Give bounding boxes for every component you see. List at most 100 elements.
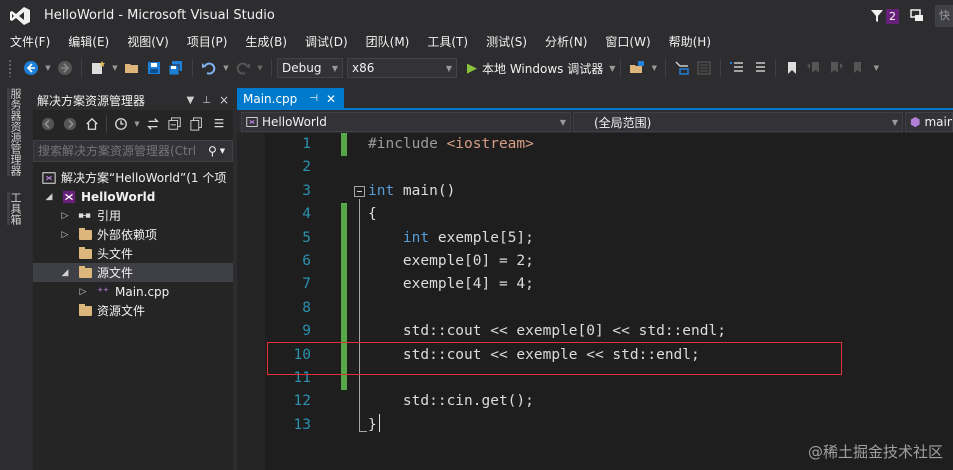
menu-build[interactable]: 生成(B) [236, 32, 296, 52]
next-bookmark-icon[interactable] [827, 59, 845, 77]
error-highlight-box [267, 342, 842, 375]
folder-icon [77, 227, 93, 242]
code-editor[interactable]: 1 #include <iostream> 2 3 int main() 4{ 5 … [237, 133, 953, 470]
member-select[interactable]: ⬢ main [905, 112, 953, 132]
solution-explorer-title: 解决方案资源管理器 [37, 93, 146, 108]
previous-bookmark-icon[interactable] [805, 59, 823, 77]
tree-item-project[interactable]: ◢ HelloWorld [33, 187, 233, 206]
pending-changes-icon[interactable] [112, 115, 130, 133]
uncomment-lines-icon[interactable] [750, 59, 768, 77]
menu-debug[interactable]: 调试(D) [296, 32, 357, 52]
menu-file[interactable]: 文件(F) [0, 32, 59, 52]
close-icon[interactable]: × [219, 93, 229, 107]
feedback-icon[interactable] [909, 8, 925, 24]
code-line: 6 exemple[0] = 2; [302, 253, 534, 269]
chevron-down-icon: ▼ [445, 63, 452, 73]
forward-icon[interactable] [56, 59, 74, 77]
expanded-arrow-icon[interactable]: ◢ [59, 268, 71, 278]
menu-view[interactable]: 视图(V) [118, 32, 178, 52]
menu-window[interactable]: 窗口(W) [596, 32, 659, 52]
menu-test[interactable]: 测试(S) [477, 32, 536, 52]
expanded-arrow-icon[interactable]: ◢ [43, 192, 55, 202]
notification-badge[interactable]: 2 [886, 8, 899, 24]
dropdown-arrow-icon[interactable]: ▼ [222, 59, 230, 77]
forward-icon[interactable] [61, 115, 79, 133]
tree-item-label: Main.cpp [115, 284, 170, 299]
comment-lines-icon[interactable] [728, 59, 746, 77]
toolbar-separator [665, 59, 667, 77]
solution-search-box[interactable]: ⚲ ▼ [33, 140, 233, 162]
collapsed-arrow-icon[interactable]: ▷ [59, 211, 71, 221]
notification-flag-icon[interactable] [870, 9, 884, 23]
run-label: 本地 Windows 调试器 [482, 61, 604, 76]
toolbox-tab[interactable]: 工具箱 [7, 192, 23, 225]
solution-icon [41, 171, 57, 185]
dropdown-arrow-icon[interactable]: ▼ [44, 59, 52, 77]
new-project-icon[interactable] [89, 59, 107, 77]
project-scope-select[interactable]: HelloWorld ▼ [241, 112, 571, 132]
tree-item-solution[interactable]: 解决方案“HelloWorld”(1 个项 [33, 168, 233, 187]
solution-search-input[interactable] [38, 144, 206, 158]
tree-item-main-cpp[interactable]: ▷ ⁺⁺ Main.cpp [33, 282, 233, 301]
title-bar: HelloWorld - Microsoft Visual Studio 2 快 [0, 0, 953, 32]
clear-bookmarks-icon[interactable] [849, 59, 867, 77]
tree-item-source-files[interactable]: ◢ 源文件 [33, 263, 233, 282]
menu-team[interactable]: 团队(M) [357, 32, 419, 52]
menu-help[interactable]: 帮助(H) [660, 32, 720, 52]
tree-item-label: 解决方案“HelloWorld”(1 个项 [61, 171, 227, 185]
bookmark-list-icon[interactable] [695, 59, 713, 77]
window-position-dropdown-icon[interactable]: ▼ [187, 95, 195, 106]
save-icon[interactable] [145, 59, 163, 77]
menu-project[interactable]: 项目(P) [178, 32, 237, 52]
global-scope-select[interactable]: (全局范围) ▼ [573, 112, 903, 132]
save-all-icon[interactable] [167, 59, 185, 77]
folder-icon [77, 303, 93, 318]
tab-main-cpp[interactable]: Main.cpp ⊣ ✕ [237, 88, 344, 109]
dropdown-arrow-icon[interactable]: ▼ [650, 59, 658, 77]
tree-item-external-dependencies[interactable]: ▷ 外部依赖项 [33, 225, 233, 244]
menu-tools[interactable]: 工具(T) [418, 32, 477, 52]
attach-process-icon[interactable] [628, 59, 646, 77]
pin-icon[interactable]: ⊥ [202, 95, 211, 106]
tree-item-label: 外部依赖项 [97, 228, 158, 242]
tree-item-references[interactable]: ▷ 引用 [33, 206, 233, 225]
show-all-files-icon[interactable] [188, 115, 206, 133]
bookmark-icon[interactable] [783, 59, 801, 77]
back-icon[interactable] [22, 59, 40, 77]
back-icon[interactable] [39, 115, 57, 133]
start-debugging-button[interactable]: ▶ 本地 Windows 调试器 ▼ [467, 60, 615, 77]
redo-icon[interactable] [234, 59, 252, 77]
tree-item-label: HelloWorld [81, 189, 156, 204]
tree-item-resource-files[interactable]: 资源文件 [33, 301, 233, 320]
pin-icon[interactable]: ⊣ [309, 93, 318, 104]
tree-item-header-files[interactable]: 头文件 [33, 244, 233, 263]
dropdown-arrow-icon[interactable]: ▼ [256, 59, 264, 77]
undo-icon[interactable] [200, 59, 218, 77]
dropdown-arrow-icon[interactable]: ▼ [134, 115, 140, 133]
chevron-down-icon[interactable]: ▼ [220, 147, 225, 155]
step-icon[interactable] [673, 59, 691, 77]
home-icon[interactable] [83, 115, 101, 133]
toolbar-overflow-icon[interactable]: ▼ [871, 59, 881, 77]
chevron-down-icon[interactable]: ▼ [609, 64, 615, 73]
code-line: 9 std::cout << exemple[0] << std::endl; [302, 323, 726, 340]
toolbar-grip[interactable] [8, 59, 12, 77]
solution-platform-select[interactable]: x86 ▼ [347, 58, 457, 78]
code-line: 3 int main() [302, 182, 456, 199]
search-icon[interactable]: ⚲ [208, 144, 217, 158]
solution-configuration-select[interactable]: Debug ▼ [277, 58, 343, 78]
menu-edit[interactable]: 编辑(E) [59, 32, 118, 52]
sync-icon[interactable] [144, 115, 162, 133]
quick-launch-input[interactable]: 快 [935, 5, 953, 27]
close-icon[interactable]: ✕ [326, 92, 336, 106]
collapse-all-icon[interactable] [166, 115, 184, 133]
dropdown-arrow-icon[interactable]: ▼ [111, 59, 119, 77]
properties-icon[interactable] [210, 115, 228, 133]
open-folder-icon[interactable] [123, 59, 141, 77]
menu-analyze[interactable]: 分析(N) [536, 32, 596, 52]
collapsed-arrow-icon[interactable]: ▷ [77, 287, 89, 297]
server-explorer-tab[interactable]: 服务器资源管理器 [7, 88, 23, 176]
watermark: @稀土掘金技术社区 [807, 443, 943, 461]
collapsed-arrow-icon[interactable]: ▷ [59, 230, 71, 240]
toolbar-separator [192, 59, 193, 77]
